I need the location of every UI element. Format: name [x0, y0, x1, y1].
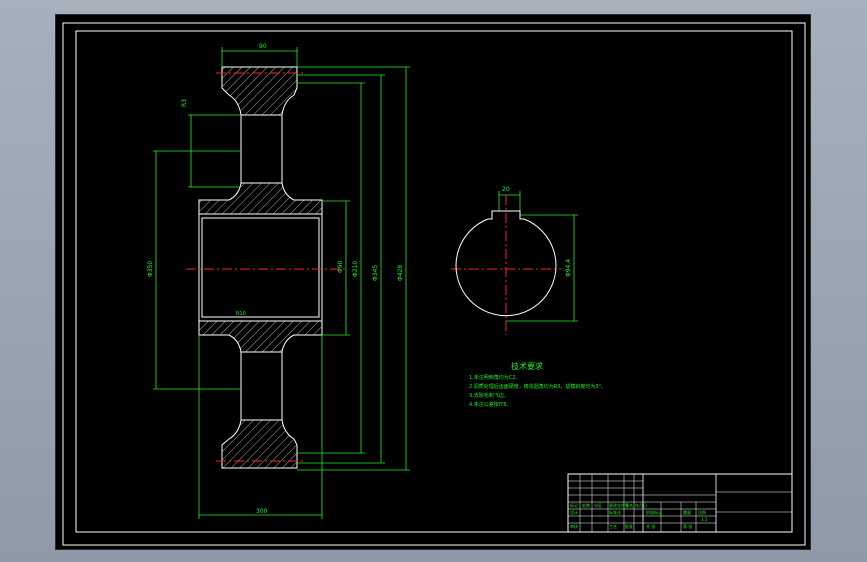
- dim-bore-dia: Φ90: [337, 260, 344, 273]
- tech-line-1: 1.未注明倒角均为C2。: [469, 374, 520, 381]
- outer-frame: [62, 22, 806, 546]
- tech-line-3: 3.去除毛刺飞边。: [469, 392, 509, 399]
- tb-label-count: 处数: [582, 502, 590, 508]
- dim-bore-dia2: Φ210: [352, 261, 359, 277]
- dim-keyway-width: 20: [502, 186, 510, 193]
- tb-label-zone: 分区: [594, 502, 602, 508]
- tech-requirements-title: 技术要求: [511, 361, 543, 371]
- tb-label-date: 年月日: [635, 502, 647, 508]
- dim-rim-chamfer: R3: [181, 99, 188, 107]
- tb-label-mark: 标记: [570, 502, 578, 508]
- tb-standard: 标准化: [609, 509, 621, 515]
- tech-line-2: 2.调质处理后齿面硬度，铸造圆角均为R3，拔模斜度均为3°。: [469, 383, 606, 390]
- tb-sheet: 共 张: [646, 523, 655, 529]
- tech-line-4: 4.未注公差按IT8。: [469, 401, 511, 408]
- dimension-lines: [153, 47, 578, 519]
- tb-stage: 阶段标记: [646, 509, 662, 515]
- cad-viewport[interactable]: 90 300 R3 Φ350 Φ90 Φ210 Φ345 Φ428 20 Φ94…: [55, 14, 811, 550]
- tb-weight: 重量: [683, 509, 691, 515]
- dim-hub-dia: Φ350: [147, 261, 154, 277]
- tb-process: 工艺: [609, 524, 617, 529]
- dimension-labels: 90 300 R3 Φ350 Φ90 Φ210 Φ345 Φ428 20 Φ94…: [147, 43, 572, 515]
- dim-outer-dia: Φ428: [397, 265, 404, 281]
- tb-approve: 审核: [570, 523, 578, 529]
- dim-top-width: 90: [259, 43, 267, 50]
- tb-ratio-value: 1:1: [701, 517, 708, 522]
- dim-keyway-depth: Φ94.4: [565, 259, 572, 277]
- drawing-canvas: 90 300 R3 Φ350 Φ90 Φ210 Φ345 Φ428 20 Φ94…: [62, 22, 806, 546]
- tb-label-sign: 签名: [625, 502, 633, 508]
- dim-bottom-width: 300: [256, 508, 268, 515]
- tb-ratio: 比例: [698, 509, 706, 515]
- tb-sheet2: 第 张: [683, 523, 692, 529]
- gear-section-view: [198, 66, 323, 469]
- tb-approve2: 批准: [625, 523, 633, 529]
- tech-requirements: 技术要求 1.未注明倒角均为C2。 2.调质处理后齿面硬度，铸造圆角均为R3，拔…: [469, 361, 606, 408]
- dim-web-note: R10: [236, 311, 246, 317]
- title-block: 标记 处数 分区 更改文件号 签名 年月日 设计 标准化 阶段标记 重量 比例 …: [567, 473, 793, 533]
- tb-design: 设计: [570, 509, 578, 515]
- dim-pitch-dia: Φ345: [372, 265, 379, 281]
